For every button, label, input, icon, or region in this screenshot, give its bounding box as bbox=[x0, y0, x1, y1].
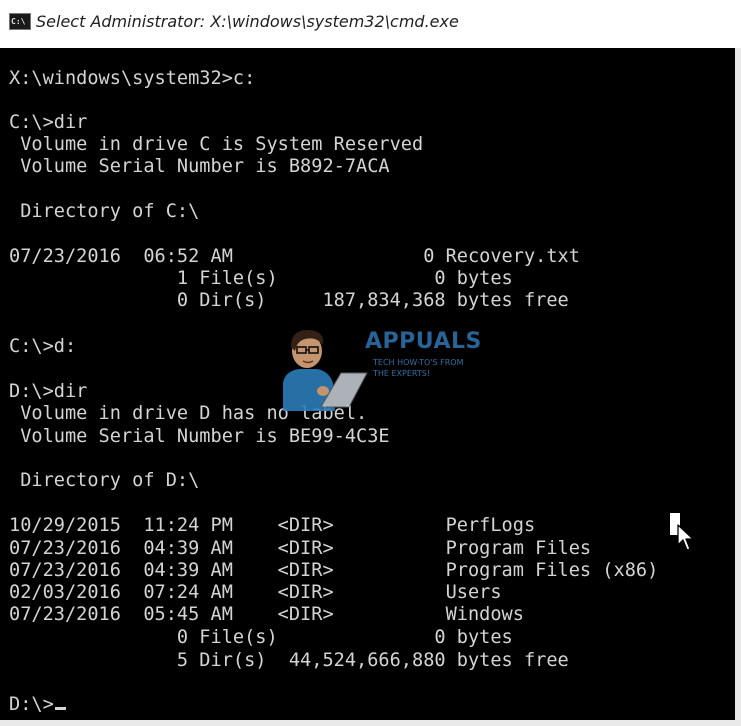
console-line: 5 Dir(s) 44,524,666,880 bytes free bbox=[9, 650, 569, 671]
console-line: X:\windows\system32>c: bbox=[9, 68, 256, 89]
window-right-border bbox=[735, 48, 741, 726]
console-line: 10/29/2015 11:24 PM <DIR> PerfLogs bbox=[9, 515, 536, 536]
console-output[interactable]: X:\windows\system32>c: C:\>dir Volume in… bbox=[0, 48, 735, 720]
cmd-icon: C:\ bbox=[9, 13, 31, 30]
console-line: D:\>dir bbox=[9, 381, 88, 402]
console-line: 1 File(s) 0 bytes bbox=[9, 268, 513, 289]
console-line: C:\>d: bbox=[9, 336, 77, 357]
console-line: 0 File(s) 0 bytes bbox=[9, 627, 513, 648]
console-line: C:\>dir bbox=[9, 112, 88, 133]
console-line: 07/23/2016 05:45 AM <DIR> Windows bbox=[9, 604, 524, 625]
window-title: Select Administrator: X:\windows\system3… bbox=[36, 12, 459, 31]
watermark-brand: APPUALS bbox=[365, 329, 482, 354]
title-bar[interactable]: C:\ Select Administrator: X:\windows\sys… bbox=[0, 0, 741, 48]
console-line: Volume Serial Number is BE99-4C3E bbox=[9, 426, 390, 447]
window-bottom-border bbox=[0, 720, 741, 726]
console-line: Directory of C:\ bbox=[9, 201, 200, 222]
appuals-mascot-icon bbox=[283, 329, 368, 411]
console-line: 02/03/2016 07:24 AM <DIR> Users bbox=[9, 582, 502, 603]
console-line: 07/23/2016 06:52 AM 0 Recovery.txt bbox=[9, 246, 580, 267]
console-line: 07/23/2016 04:39 AM <DIR> Program Files bbox=[9, 538, 592, 559]
console-line: Volume Serial Number is B892-7ACA bbox=[9, 156, 390, 177]
mouse-pointer-icon bbox=[677, 524, 694, 551]
watermark-tagline-2: THE EXPERTS! bbox=[373, 369, 431, 378]
console-line: 0 Dir(s) 187,834,368 bytes free bbox=[9, 290, 569, 311]
console-line: Directory of D:\ bbox=[9, 470, 200, 491]
cmd-window: C:\ Select Administrator: X:\windows\sys… bbox=[0, 0, 741, 726]
console-line: 07/23/2016 04:39 AM <DIR> Program Files … bbox=[9, 560, 659, 581]
console-line: Volume in drive C is System Reserved bbox=[9, 134, 424, 155]
appuals-watermark: APPUALS TECH HOW-TO'S FROM THE EXPERTS! bbox=[277, 321, 481, 411]
prompt-text: D:\> bbox=[9, 694, 54, 715]
text-cursor bbox=[54, 707, 66, 710]
watermark-tagline-1: TECH HOW-TO'S FROM bbox=[373, 358, 464, 367]
prompt-line[interactable]: D:\> bbox=[9, 694, 66, 716]
